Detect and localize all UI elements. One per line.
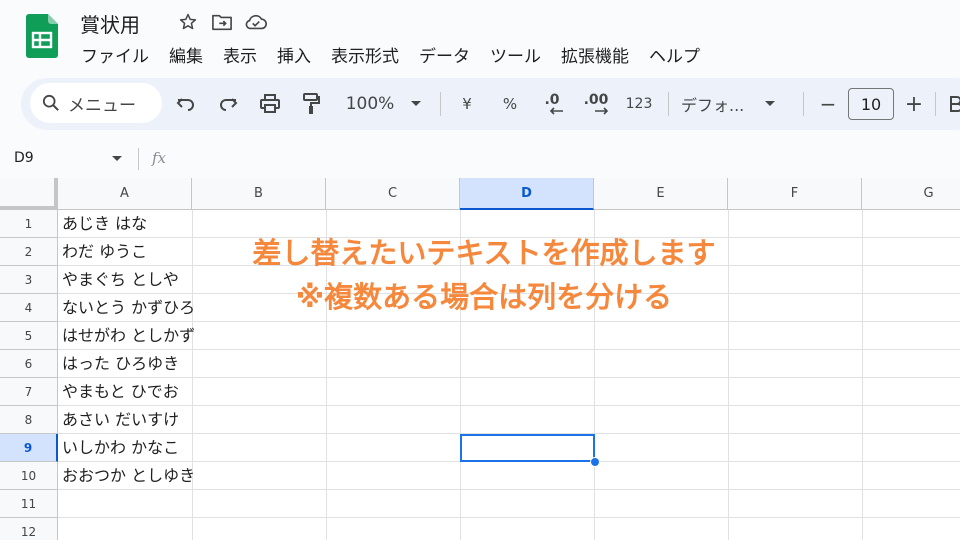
decrease-decimal-label: .0 [544, 92, 560, 108]
toolbar-divider [668, 92, 669, 116]
search-icon [42, 94, 59, 111]
menu-insert[interactable]: 挿入 [267, 40, 321, 71]
row-header-5[interactable]: 5 [0, 322, 58, 350]
increase-decimal-label: .00 [583, 92, 609, 108]
bold-button[interactable] [949, 89, 960, 119]
row-header-6[interactable]: 6 [0, 350, 58, 378]
paint-format-icon [303, 93, 320, 114]
row-gridline [58, 405, 960, 406]
redo-icon [220, 98, 238, 111]
sheets-logo-icon[interactable] [26, 14, 58, 58]
arrow-right-icon [595, 107, 609, 115]
row-gridline [58, 377, 960, 378]
spreadsheet-app: 賞状用 ファイル 編集 表示 挿入 表示形式 データ ツール 拡張機能 ヘルプ … [0, 0, 960, 540]
bold-icon [950, 96, 960, 112]
row-header-11[interactable]: 11 [0, 490, 58, 518]
menu-help[interactable]: ヘルプ [639, 40, 710, 71]
menu-file[interactable]: ファイル [71, 40, 159, 71]
column-header-f[interactable]: F [728, 178, 862, 210]
zoom-value: 100% [345, 94, 395, 114]
undo-icon [176, 98, 194, 111]
row-header-7[interactable]: 7 [0, 378, 58, 406]
font-family-select[interactable]: デフォ... [681, 89, 791, 119]
cell-a9[interactable]: いしかわ かなこ [62, 434, 179, 462]
title-icons [176, 10, 268, 34]
cell-a6[interactable]: はった ひろゆき [62, 350, 179, 378]
font-family-value: デフォ... [681, 96, 745, 115]
fill-handle[interactable] [590, 457, 600, 467]
annotation-line-2: ※複数ある場合は列を分ける [295, 280, 673, 314]
format-currency-button[interactable]: ¥ [453, 89, 481, 119]
select-all-corner[interactable] [0, 178, 58, 210]
toolbar-divider [935, 92, 936, 116]
row-header-9[interactable]: 9 [0, 434, 58, 462]
menu-edit[interactable]: 編集 [159, 40, 213, 71]
name-box-caret-icon[interactable] [111, 155, 123, 163]
decrease-font-size-button[interactable]: − [815, 89, 841, 119]
formula-bar-divider [138, 148, 139, 170]
decrease-decimal-button[interactable]: .0 [535, 89, 569, 119]
column-header-a[interactable]: A [58, 178, 192, 210]
document-title[interactable]: 賞状用 [80, 9, 140, 38]
row-header-8[interactable]: 8 [0, 406, 58, 434]
toolbar-divider [440, 92, 441, 116]
column-header-e[interactable]: E [594, 178, 728, 210]
name-box[interactable]: D9 [14, 150, 34, 166]
redo-button[interactable] [214, 89, 242, 119]
font-size-input[interactable]: 10 [848, 88, 894, 120]
zoom-select[interactable]: 100% [339, 89, 429, 119]
caret-down-icon [411, 101, 422, 106]
annotation-line-1: 差し替えたいテキストを作成します [252, 236, 716, 270]
row-gridline [58, 517, 960, 518]
move-folder-icon[interactable] [210, 10, 234, 34]
cell-a8[interactable]: あさい だいすけ [62, 406, 179, 434]
row-header-12[interactable]: 12 [0, 518, 58, 540]
cell-a10[interactable]: おおつか としゆき [62, 462, 195, 490]
column-header-d[interactable]: D [460, 178, 594, 210]
function-icon: fx [152, 149, 167, 167]
cell-a7[interactable]: やまもと ひでお [62, 378, 179, 406]
menu-bar: ファイル 編集 表示 挿入 表示形式 データ ツール 拡張機能 ヘルプ [71, 40, 710, 71]
column-header-g[interactable]: G [862, 178, 960, 210]
selected-cell-d9[interactable] [460, 434, 595, 462]
menu-extensions[interactable]: 拡張機能 [551, 40, 639, 71]
print-button[interactable] [256, 89, 284, 119]
paint-format-button[interactable] [297, 89, 325, 119]
cell-a5[interactable]: はせがわ としかず [62, 322, 195, 350]
menu-view[interactable]: 表示 [213, 40, 267, 71]
caret-down-icon [765, 101, 776, 106]
column-header-b[interactable]: B [192, 178, 326, 210]
menu-search-label: メニュー [68, 95, 136, 116]
row-header-10[interactable]: 10 [0, 462, 58, 490]
format-percent-button[interactable]: % [496, 89, 524, 119]
toolbar: メニュー 100% ¥ % .0 .00 123 デフォ... − 10 + [21, 78, 960, 130]
toolbar-divider [803, 92, 804, 116]
menu-data[interactable]: データ [409, 40, 480, 71]
menu-tools[interactable]: ツール [480, 40, 551, 71]
increase-font-size-button[interactable]: + [901, 89, 927, 119]
more-formats-button[interactable]: 123 [622, 89, 656, 119]
menu-search-button[interactable]: メニュー [30, 83, 162, 123]
increase-decimal-button[interactable]: .00 [578, 89, 614, 119]
column-header-c[interactable]: C [326, 178, 460, 210]
star-icon[interactable] [176, 10, 200, 34]
arrow-left-icon [549, 107, 563, 115]
menu-format[interactable]: 表示形式 [321, 40, 409, 71]
print-icon [260, 94, 280, 113]
undo-button[interactable] [172, 89, 200, 119]
cloud-saved-icon[interactable] [244, 10, 268, 34]
